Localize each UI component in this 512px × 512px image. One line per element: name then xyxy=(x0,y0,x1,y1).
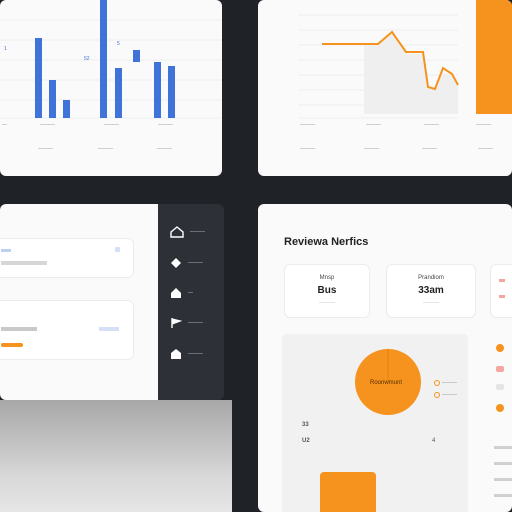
tag-icon xyxy=(171,258,181,268)
kpi-indicator xyxy=(499,295,505,298)
legend-label: ——— xyxy=(442,380,457,386)
review-metrics-panel: Reviewa Nerfics Mnsp Bus ———— Prandiom 3… xyxy=(258,204,512,512)
bar xyxy=(35,38,42,118)
sidebar-item-label: ——— xyxy=(190,229,205,235)
bar xyxy=(115,68,122,118)
right-marker: 4 xyxy=(432,438,436,444)
sidebar-item-label: — xyxy=(188,290,193,296)
sidebar-item-flag[interactable]: ——— xyxy=(170,317,203,329)
list-line xyxy=(494,478,512,481)
settings-panel xyxy=(0,204,158,400)
bar xyxy=(63,100,70,118)
sidebar-item-home[interactable]: ——— xyxy=(170,226,205,238)
progress-bar xyxy=(1,343,23,347)
x-label: ——— xyxy=(104,122,119,128)
list-line xyxy=(494,446,512,449)
left-value: U2 xyxy=(302,438,310,444)
donut-label: Roonwmunt xyxy=(370,380,403,386)
house-icon xyxy=(171,349,181,359)
marker-label: 52 xyxy=(84,56,90,62)
field-badge xyxy=(115,247,120,252)
x-label: ——— xyxy=(40,122,55,128)
x-label: ——— xyxy=(300,122,315,128)
legend-label: ——— xyxy=(442,392,457,398)
sidebar-item-label: ——— xyxy=(188,260,203,266)
line-chart xyxy=(298,0,512,119)
orange-bar xyxy=(476,0,512,114)
home-icon xyxy=(170,226,184,238)
marker-label: 5 xyxy=(117,41,120,47)
bar xyxy=(49,80,56,118)
footer-label: ——— xyxy=(98,146,113,152)
marker-label: 1 xyxy=(4,46,7,52)
status-dot xyxy=(496,384,504,390)
progress-card[interactable] xyxy=(0,300,134,360)
status-dot xyxy=(496,344,504,352)
kpi-card[interactable]: Mnsp Bus ———— xyxy=(284,264,370,318)
orange-bar xyxy=(320,472,376,512)
left-value: 33 xyxy=(302,422,309,428)
sidebar-item-label: ——— xyxy=(188,351,203,357)
legend-dot xyxy=(434,380,440,386)
kpi-card[interactable]: Prandiom 33am ———— xyxy=(386,264,476,318)
kpi-indicator xyxy=(499,279,505,282)
footer-label: ——— xyxy=(364,146,379,152)
bar xyxy=(154,62,161,118)
list-line xyxy=(494,462,512,465)
sidebar-item-home2[interactable]: — xyxy=(170,287,193,299)
x-label: ——— xyxy=(366,122,381,128)
kpi-label: Mnsp xyxy=(319,275,335,281)
x-label: ——— xyxy=(476,122,491,128)
footer-label: ——— xyxy=(478,146,493,152)
kpi-sub: ———— xyxy=(423,299,439,304)
bar xyxy=(100,0,107,118)
x-label: — xyxy=(2,122,7,128)
bar-chart-panel: 1 52 5 — ——— ——— ——— ——— ——— ——— xyxy=(0,0,222,176)
footer-label: ——— xyxy=(422,146,437,152)
kpi-label: Prandiom xyxy=(418,275,444,281)
x-label: ——— xyxy=(158,122,173,128)
footer-label: ——— xyxy=(157,146,172,152)
flag-icon xyxy=(171,318,182,328)
bar xyxy=(168,66,175,118)
donut-area: Roonwmunt 33 U2 4 ——— ——— xyxy=(282,334,468,512)
sidebar-item-label: ——— xyxy=(188,320,203,326)
page-title: Reviewa Nerfics xyxy=(284,236,369,248)
sidebar-item-tags[interactable]: ——— xyxy=(170,257,203,269)
x-label: ——— xyxy=(424,122,439,128)
line-chart-panel: ——— ——— ——— ——— ——— ——— ——— ——— xyxy=(258,0,512,176)
footer-label: ——— xyxy=(300,146,315,152)
kpi-card-partial[interactable] xyxy=(490,264,512,318)
legend-dot xyxy=(434,392,440,398)
kpi-sub: ———— xyxy=(319,299,335,304)
kpi-value: 33am xyxy=(418,285,444,296)
status-dot xyxy=(496,366,504,372)
field-text xyxy=(1,261,47,265)
home-icon xyxy=(171,288,181,298)
donut-chart xyxy=(320,349,421,512)
blurred-preview xyxy=(0,400,232,512)
progress-label xyxy=(1,327,37,331)
footer-label: ——— xyxy=(38,146,53,152)
status-dot xyxy=(496,404,504,412)
bar xyxy=(133,50,140,62)
input-card[interactable] xyxy=(0,238,134,278)
progress-value xyxy=(99,327,119,331)
kpi-value: Bus xyxy=(317,285,337,296)
sidebar-item-house[interactable]: ——— xyxy=(170,348,203,360)
field-indicator xyxy=(1,249,11,252)
sidebar: ——— ——— — ——— ——— xyxy=(158,204,224,400)
list-line xyxy=(494,494,512,497)
